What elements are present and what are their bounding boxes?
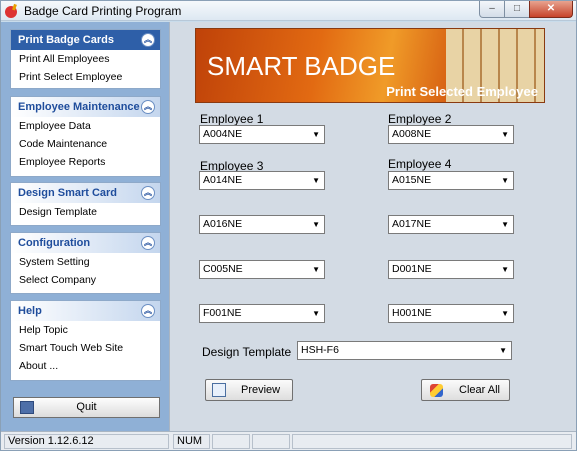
employee-8-combo[interactable]: D001NE ▼ — [388, 260, 514, 279]
group-print-badge-cards: Print Badge Cards ︽ Print All Employees P… — [10, 29, 161, 89]
magnifier-icon — [212, 383, 226, 397]
combo-value: F001NE — [203, 307, 242, 319]
sidebar-item-print-select[interactable]: Print Select Employee — [11, 68, 160, 86]
combo-value: A017NE — [392, 218, 432, 230]
dropdown-arrow-icon: ▼ — [312, 265, 320, 274]
sidebar-item-select-company[interactable]: Select Company — [11, 271, 160, 289]
group-design-smart-card: Design Smart Card ︽ Design Template — [10, 182, 161, 226]
employee-2-combo[interactable]: A008NE ▼ — [388, 125, 514, 144]
quit-label: Quit — [76, 401, 97, 413]
combo-value: HSH-F6 — [301, 344, 339, 356]
group-header[interactable]: Help ︽ — [11, 301, 160, 321]
group-configuration: Configuration ︽ System Setting Select Com… — [10, 232, 161, 294]
exit-door-icon — [20, 401, 34, 414]
chevron-up-icon[interactable]: ︽ — [141, 33, 155, 47]
dropdown-arrow-icon: ▼ — [312, 176, 320, 185]
dropdown-arrow-icon: ▼ — [501, 176, 509, 185]
employee-3-combo[interactable]: A014NE ▼ — [199, 171, 325, 190]
sidebar-item-about[interactable]: About ... — [11, 357, 160, 375]
employee-9-combo[interactable]: F001NE ▼ — [199, 304, 325, 323]
dropdown-arrow-icon: ▼ — [501, 265, 509, 274]
combo-value: D001NE — [392, 263, 432, 275]
preview-button[interactable]: Preview — [205, 379, 293, 401]
group-help: Help ︽ Help Topic Smart Touch Web Site Ab… — [10, 300, 161, 381]
close-button[interactable]: ✕ — [529, 1, 573, 18]
sidebar-item-employee-reports[interactable]: Employee Reports — [11, 153, 160, 171]
employee-6-combo[interactable]: A017NE ▼ — [388, 215, 514, 234]
employee-4-label: Employee 4 — [388, 157, 452, 171]
app-icon — [5, 3, 17, 18]
design-template-combo[interactable]: HSH-F6 ▼ — [297, 341, 512, 360]
employee-2-label: Employee 2 — [388, 112, 452, 126]
sidebar-item-employee-data[interactable]: Employee Data — [11, 117, 160, 135]
minimize-button[interactable]: – — [479, 1, 505, 18]
banner-image: SMART BADGE Print Selected Employee — [195, 28, 545, 103]
employee-5-combo[interactable]: A016NE ▼ — [199, 215, 325, 234]
sidebar-item-system-setting[interactable]: System Setting — [11, 253, 160, 271]
status-empty-3 — [292, 434, 572, 449]
group-header[interactable]: Configuration ︽ — [11, 233, 160, 253]
employee-4-combo[interactable]: A015NE ▼ — [388, 171, 514, 190]
dropdown-arrow-icon: ▼ — [312, 309, 320, 318]
group-header-label: Configuration — [18, 237, 91, 249]
group-header-label: Employee Maintenance — [18, 101, 140, 113]
group-header[interactable]: Design Smart Card ︽ — [11, 183, 160, 203]
design-template-label: Design Template — [202, 345, 292, 359]
sidebar: Print Badge Cards ︽ Print All Employees P… — [1, 22, 169, 431]
chevron-up-icon[interactable]: ︽ — [141, 186, 155, 200]
window-title: Badge Card Printing Program — [24, 4, 182, 18]
employee-1-label: Employee 1 — [200, 112, 264, 126]
clear-all-label: Clear All — [459, 384, 500, 396]
combo-value: A004NE — [203, 128, 243, 140]
employee-1-combo[interactable]: A004NE ▼ — [199, 125, 325, 144]
status-num: NUM — [173, 434, 210, 449]
combo-value: A008NE — [392, 128, 432, 140]
group-header[interactable]: Print Badge Cards ︽ — [11, 30, 160, 50]
dropdown-arrow-icon: ▼ — [312, 220, 320, 229]
main-panel: SMART BADGE Print Selected Employee Empl… — [169, 22, 576, 431]
banner-title: SMART BADGE — [207, 51, 396, 81]
status-bar: Version 1.12.6.12 NUM — [1, 431, 576, 450]
banner-subtitle: Print Selected Employee — [386, 84, 538, 99]
maximize-button[interactable]: □ — [504, 1, 530, 18]
sidebar-item-print-all[interactable]: Print All Employees — [11, 50, 160, 68]
combo-value: A014NE — [203, 174, 243, 186]
dropdown-arrow-icon: ▼ — [501, 309, 509, 318]
chevron-up-icon[interactable]: ︽ — [141, 304, 155, 318]
status-empty-1 — [212, 434, 250, 449]
sidebar-item-code-maintenance[interactable]: Code Maintenance — [11, 135, 160, 153]
chevron-up-icon[interactable]: ︽ — [141, 100, 155, 114]
title-bar: Badge Card Printing Program – □ ✕ — [1, 1, 576, 21]
combo-value: A015NE — [392, 174, 432, 186]
status-empty-2 — [252, 434, 290, 449]
group-header-label: Help — [18, 305, 42, 317]
employee-10-combo[interactable]: H001NE ▼ — [388, 304, 514, 323]
group-header-label: Print Badge Cards — [18, 34, 114, 46]
quit-button[interactable]: Quit — [13, 397, 160, 418]
status-version: Version 1.12.6.12 — [4, 434, 169, 449]
employee-7-combo[interactable]: C005NE ▼ — [199, 260, 325, 279]
group-header-label: Design Smart Card — [18, 187, 118, 199]
dropdown-arrow-icon: ▼ — [501, 220, 509, 229]
preview-label: Preview — [241, 384, 281, 396]
eraser-icon — [430, 384, 443, 397]
combo-value: C005NE — [203, 263, 243, 275]
group-employee-maintenance: Employee Maintenance ︽ Employee Data Code… — [10, 96, 161, 177]
dropdown-arrow-icon: ▼ — [501, 130, 509, 139]
dropdown-arrow-icon: ▼ — [312, 130, 320, 139]
chevron-up-icon[interactable]: ︽ — [141, 236, 155, 250]
sidebar-item-help-topic[interactable]: Help Topic — [11, 321, 160, 339]
clear-all-button[interactable]: Clear All — [421, 379, 510, 401]
sidebar-item-design-template[interactable]: Design Template — [11, 203, 160, 221]
combo-value: H001NE — [392, 307, 432, 319]
group-header[interactable]: Employee Maintenance ︽ — [11, 97, 160, 117]
combo-value: A016NE — [203, 218, 243, 230]
sidebar-item-web-site[interactable]: Smart Touch Web Site — [11, 339, 160, 357]
main-window: Badge Card Printing Program – □ ✕ Print … — [0, 0, 577, 451]
dropdown-arrow-icon: ▼ — [499, 346, 507, 355]
